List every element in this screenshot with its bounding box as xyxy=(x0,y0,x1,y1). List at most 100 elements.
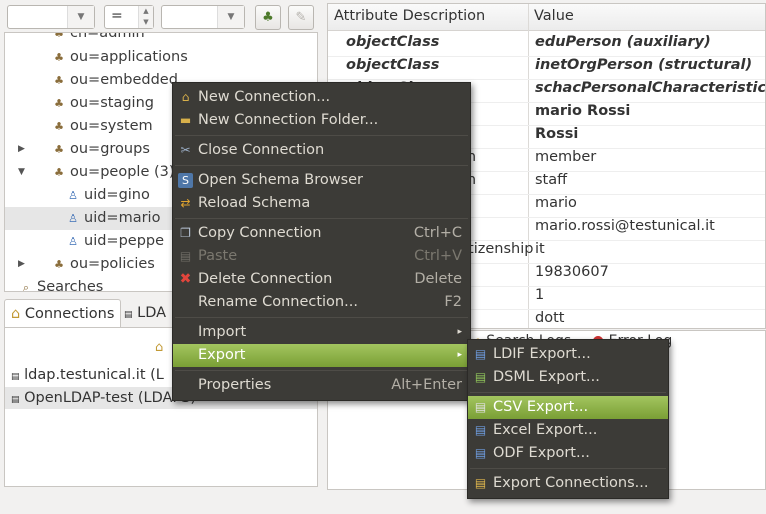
menu-separator xyxy=(470,392,666,393)
person-icon: ♙ xyxy=(68,235,78,248)
menu-separator xyxy=(470,468,666,469)
attribute-name[interactable]: itizenship xyxy=(464,241,533,257)
attribute-value[interactable]: mario xyxy=(535,195,577,211)
menu-item-excel-export[interactable]: ▤ Excel Export... xyxy=(468,419,668,442)
attribute-value[interactable]: it xyxy=(535,241,545,257)
menu-separator xyxy=(175,317,468,318)
menu-item-dsml-export[interactable]: ▤ DSML Export... xyxy=(468,366,668,389)
ou-icon: ♣ xyxy=(54,143,64,156)
attribute-value[interactable]: Rossi xyxy=(535,126,578,142)
tree-item[interactable]: ▶ ♣ ou=policies xyxy=(18,253,155,276)
excel-icon: ▤ xyxy=(474,423,487,437)
ou-icon: ♣ xyxy=(54,51,64,64)
delete-icon: ✖ xyxy=(179,271,192,287)
menu-item-close-connection[interactable]: ✂ Close Connection xyxy=(173,139,470,162)
ldap-icon: ▤ xyxy=(11,395,20,405)
operator-combo[interactable]: = ▲ ▼ xyxy=(104,5,154,29)
collapse-icon[interactable]: ▼ xyxy=(18,161,25,184)
attribute-value[interactable]: mario.rossi@testunical.it xyxy=(535,218,715,234)
menu-item-import[interactable]: Import ▸ xyxy=(173,321,470,344)
menu-item-new-connection-folder[interactable]: ▬ New Connection Folder... xyxy=(173,109,470,132)
ldap-icon: ▤ xyxy=(11,372,20,382)
menu-item-rename-connection[interactable]: Rename Connection... F2 xyxy=(173,291,470,314)
tree-item[interactable]: ♣ ou=system xyxy=(52,115,153,138)
disconnect-icon: ✂ xyxy=(180,143,191,157)
csv-icon: ▤ xyxy=(474,400,487,414)
ou-icon: ♣ xyxy=(54,166,64,179)
column-value[interactable]: Value xyxy=(534,8,574,24)
menu-item-odf-export[interactable]: ▤ ODF Export... xyxy=(468,442,668,465)
ou-icon: ♣ xyxy=(54,32,64,40)
hierarchy-icon: ♣ xyxy=(262,10,274,25)
paste-icon: ▤ xyxy=(179,249,192,263)
tree-item[interactable]: ♣ ou=embedded xyxy=(52,69,178,92)
menu-item-export-connections[interactable]: ▤ Export Connections... xyxy=(468,472,668,495)
attribute-name[interactable]: objectClass xyxy=(346,57,439,73)
attribute-value[interactable]: member xyxy=(535,149,596,165)
connection-icon: ⌂ xyxy=(11,306,21,322)
submenu-arrow-icon: ▸ xyxy=(457,327,462,337)
tab-ldap[interactable]: ▤ LDA xyxy=(118,299,172,327)
menu-item-reload-schema[interactable]: ⇄ Reload Schema xyxy=(173,192,470,215)
connection-item[interactable]: ▤ ldap.testunical.it (L xyxy=(11,364,164,386)
odf-icon: ▤ xyxy=(474,446,487,460)
filter-value-combo[interactable]: ▼ xyxy=(161,5,245,29)
attribute-name[interactable]: objectClass xyxy=(346,34,439,50)
filter-attribute-combo[interactable]: ▼ xyxy=(7,5,95,29)
attribute-value[interactable]: staff xyxy=(535,172,567,188)
attribute-value[interactable]: schacPersonalCharacteristics (au xyxy=(535,80,765,96)
ou-icon: ♣ xyxy=(54,74,64,87)
apply-filter-button[interactable]: ♣ xyxy=(255,5,281,30)
spinner-icon[interactable]: ▲ ▼ xyxy=(138,6,153,28)
tree-item[interactable]: ♙ uid=peppe xyxy=(66,230,164,253)
person-icon: ♙ xyxy=(68,212,78,225)
attribute-value[interactable]: 19830607 xyxy=(535,264,609,280)
tree-item[interactable]: ▶ ♣ ou=groups xyxy=(18,138,150,161)
menu-item-new-connection[interactable]: ⌂ New Connection... xyxy=(173,86,470,109)
operator-value: = xyxy=(111,8,123,24)
column-divider xyxy=(528,4,529,328)
dsml-icon: ▤ xyxy=(474,370,487,384)
tab-connections[interactable]: ⌂ Connections xyxy=(4,299,122,328)
tree-item[interactable]: ♣ ou=applications xyxy=(52,46,188,69)
search-icon: ⌕ xyxy=(22,281,30,292)
ldap-icon: ▤ xyxy=(124,310,133,320)
ou-icon: ♣ xyxy=(54,97,64,110)
attribute-value[interactable]: dott xyxy=(535,310,564,326)
folder-icon: ▬ xyxy=(179,113,192,127)
menu-item-paste[interactable]: ▤ Paste Ctrl+V xyxy=(173,245,470,268)
menu-item-properties[interactable]: Properties Alt+Enter xyxy=(173,374,470,397)
attribute-value[interactable]: mario Rossi xyxy=(535,103,630,119)
attribute-value[interactable]: eduPerson (auxiliary) xyxy=(535,34,711,50)
chevron-down-icon[interactable]: ▼ xyxy=(67,6,94,28)
schema-icon: S xyxy=(178,173,193,188)
attribute-value[interactable]: inetOrgPerson (structural) xyxy=(535,57,752,73)
export-submenu: ▤ LDIF Export... ▤ DSML Export... ▤ CSV Exp… xyxy=(467,339,669,499)
menu-separator xyxy=(175,135,468,136)
person-icon: ♙ xyxy=(68,189,78,202)
new-connection-icon[interactable]: ⌂ xyxy=(155,340,163,355)
menu-item-delete-connection[interactable]: ✖ Delete Connection Delete xyxy=(173,268,470,291)
disabled-filter-icon: ✎ xyxy=(295,10,307,25)
copy-icon: ❐ xyxy=(180,226,191,240)
tree-item[interactable]: ♣ cn=admin xyxy=(52,32,145,45)
clear-filter-button[interactable]: ✎ xyxy=(288,5,314,30)
menu-item-copy-connection[interactable]: ❐ Copy Connection Ctrl+C xyxy=(173,222,470,245)
new-connection-icon: ⌂ xyxy=(181,90,190,104)
column-attribute-description[interactable]: Attribute Description xyxy=(334,8,485,24)
tree-item[interactable]: ⌕ Searches xyxy=(19,276,103,292)
tree-item[interactable]: ♙ uid=gino xyxy=(66,184,150,207)
chevron-down-icon[interactable]: ▼ xyxy=(217,6,244,28)
expand-icon[interactable]: ▶ xyxy=(18,253,25,276)
attribute-value[interactable]: 1 xyxy=(535,287,544,303)
ou-icon: ♣ xyxy=(54,120,64,133)
menu-item-ldif-export[interactable]: ▤ LDIF Export... xyxy=(468,343,668,366)
menu-item-open-schema-browser[interactable]: S Open Schema Browser xyxy=(173,169,470,192)
tree-item[interactable]: ▼ ♣ ou=people (3) xyxy=(18,161,175,184)
menu-item-export[interactable]: Export ▸ xyxy=(173,344,470,367)
ou-icon: ♣ xyxy=(54,258,64,271)
expand-icon[interactable]: ▶ xyxy=(18,138,25,161)
submenu-arrow-icon: ▸ xyxy=(457,350,462,360)
tree-item[interactable]: ♣ ou=staging xyxy=(52,92,154,115)
menu-item-csv-export[interactable]: ▤ CSV Export... xyxy=(468,396,668,419)
